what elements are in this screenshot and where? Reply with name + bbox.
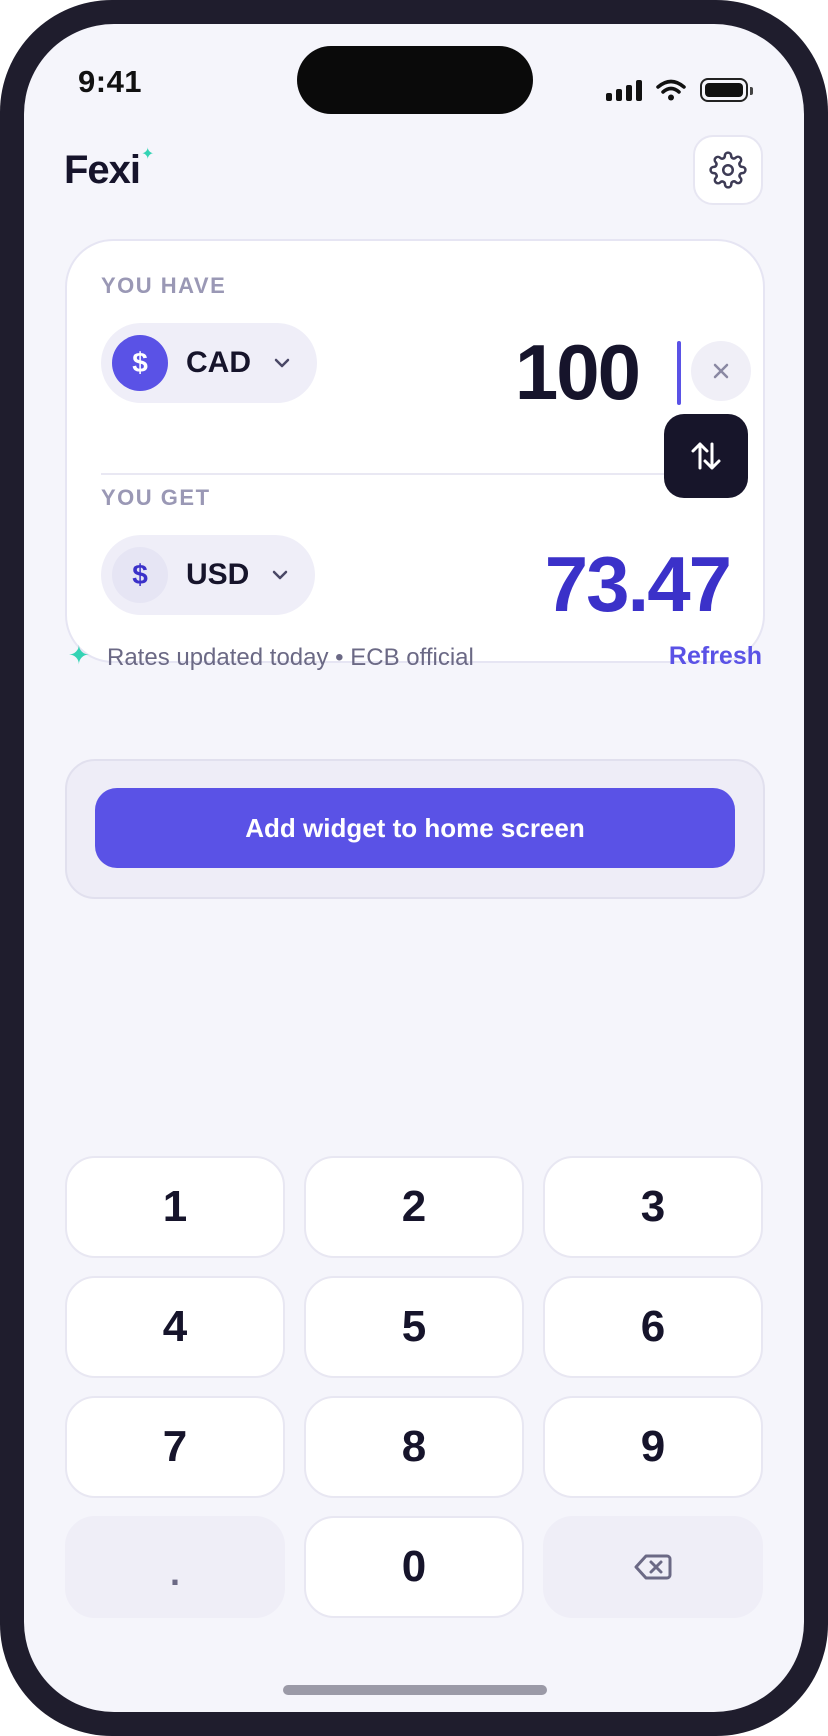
converter-card: YOU HAVE $ CAD 100 YOU GET $ USD 73.47 (65, 239, 765, 663)
text-cursor (677, 341, 681, 405)
from-currency-code: CAD (186, 346, 251, 379)
chevron-down-icon (274, 358, 290, 368)
key-6[interactable]: 6 (543, 1276, 763, 1378)
converted-amount: 73.47 (544, 540, 732, 628)
key-4[interactable]: 4 (65, 1276, 285, 1378)
dollar-icon: $ (112, 335, 168, 391)
status-icons (606, 76, 753, 104)
key-0[interactable]: 0 (304, 1516, 524, 1618)
key-7[interactable]: 7 (65, 1396, 285, 1498)
refresh-link[interactable]: Refresh (669, 642, 762, 671)
rates-status-row: ✦ Rates updated today • ECB official Ref… (68, 638, 762, 678)
key-decimal[interactable]: . (65, 1516, 285, 1618)
add-widget-button[interactable]: Add widget to home screen (95, 788, 735, 868)
key-2[interactable]: 2 (304, 1156, 524, 1258)
from-amount-input[interactable]: 100 (515, 327, 641, 418)
sparkle-icon: ✦ (141, 146, 155, 163)
wifi-icon (656, 79, 686, 101)
key-8[interactable]: 8 (304, 1396, 524, 1498)
widget-promo: Add widget to home screen (65, 759, 765, 899)
you-get-label: YOU GET (101, 485, 211, 510)
key-5[interactable]: 5 (304, 1276, 524, 1378)
you-have-label: YOU HAVE (101, 273, 227, 298)
backspace-key[interactable] (543, 1516, 763, 1618)
cellular-signal-icon (606, 79, 642, 101)
key-1[interactable]: 1 (65, 1156, 285, 1258)
rates-status-text: Rates updated today • ECB official (107, 644, 474, 671)
status-time: 9:41 (78, 64, 143, 99)
card-divider (101, 473, 691, 475)
dollar-icon: $ (112, 547, 168, 603)
to-currency-selector[interactable]: $ USD (101, 535, 315, 615)
sparkle-icon: ✦ (68, 640, 90, 670)
from-currency-selector[interactable]: $ CAD (101, 323, 317, 403)
key-3[interactable]: 3 (543, 1156, 763, 1258)
gear-icon (709, 151, 747, 189)
settings-button[interactable] (693, 135, 763, 205)
chevron-down-icon (273, 570, 288, 580)
key-9[interactable]: 9 (543, 1396, 763, 1498)
app-logo: Fexi (64, 148, 141, 192)
phone-frame: 9:41 Fexi ✦ YOU HAVE $ CAD 100 YOU GET $… (0, 0, 828, 1736)
backspace-icon (634, 1554, 672, 1580)
dynamic-island (297, 46, 533, 114)
to-currency-code: USD (186, 558, 250, 591)
home-indicator[interactable] (283, 1685, 547, 1695)
swap-arrows-icon (691, 442, 721, 470)
battery-icon (700, 78, 753, 102)
close-icon (713, 363, 729, 379)
swap-currencies-button[interactable] (664, 414, 748, 498)
app-screen: 9:41 Fexi ✦ YOU HAVE $ CAD 100 YOU GET $… (24, 24, 804, 1712)
clear-amount-button[interactable] (691, 341, 751, 401)
